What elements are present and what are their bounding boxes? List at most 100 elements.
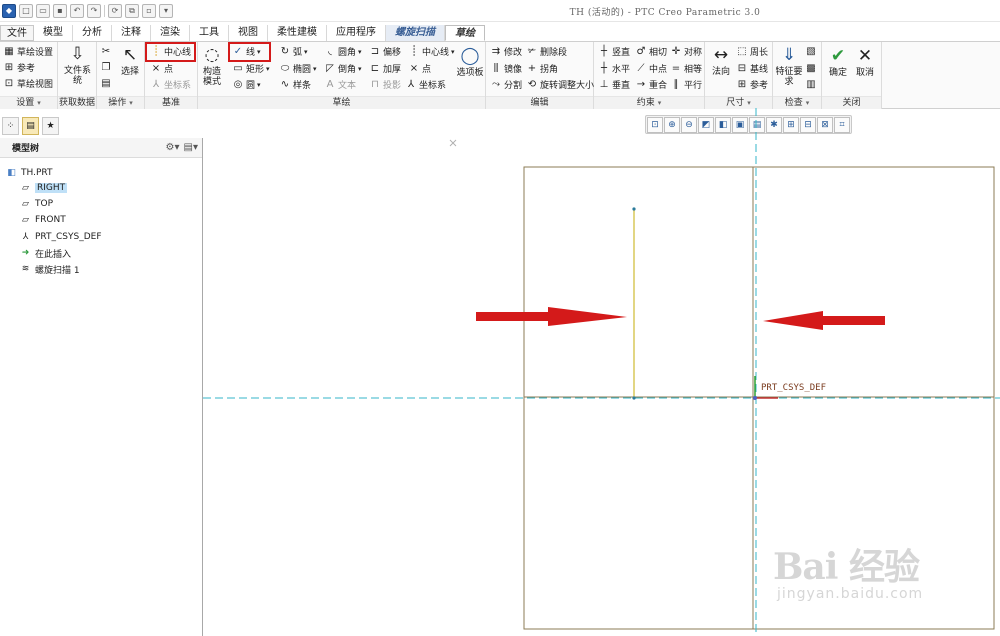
sketch-line-endpoint-top[interactable]: [632, 207, 636, 211]
modify-button[interactable]: ⇉ 修改: [490, 44, 522, 59]
tree-item-insert-here[interactable]: ➜ 在此插入: [20, 246, 71, 260]
chamfer-icon: ◸: [326, 62, 334, 74]
feature-requirements-button[interactable]: ⇓ 特征要求: [775, 44, 803, 88]
sketch-centerline-button[interactable]: ┊ 中心线 ▾: [408, 44, 455, 59]
window-title: TH (活动的) - PTC Creo Parametric 3.0: [569, 8, 761, 18]
cancel-button[interactable]: ✕ 取消: [852, 45, 878, 79]
constraint-coincident-button[interactable]: → 重合: [635, 77, 667, 92]
close-marker-icon: [449, 139, 457, 147]
tab-applications[interactable]: 应用程序: [327, 25, 386, 41]
file-system-button[interactable]: ⇩ 文件系统: [61, 43, 94, 87]
inspect-tool-3[interactable]: ▥: [805, 77, 817, 92]
ok-button[interactable]: ✔ 确定: [825, 45, 851, 79]
group-edit: ⇉ 修改 ⫼ 镜像 ⤳ 分割 ✃ 删除段 + 拐角 ⟲ 旋转调整大小 编辑: [486, 42, 594, 109]
overlap-icon: ▧: [806, 45, 816, 57]
perimeter-button[interactable]: ⬚ 周长: [736, 44, 768, 59]
normal-dimension-button[interactable]: ↔ 法向: [708, 44, 734, 78]
folder-browser-tab-icon[interactable]: ▤: [22, 117, 39, 135]
fillet-button[interactable]: ◟ 圆角 ▾: [324, 44, 361, 59]
tab-sketch[interactable]: 草绘: [445, 25, 485, 41]
project-button[interactable]: ⊓ 投影: [369, 77, 401, 92]
horizontal-constraint-icon: ┼: [600, 62, 608, 74]
constraint-midpoint-button[interactable]: ⟋ 中点: [635, 61, 668, 76]
tree-show-icon[interactable]: ▤▾: [184, 142, 198, 153]
tab-analysis[interactable]: 分析: [73, 25, 112, 41]
datum-csys-button[interactable]: ⅄ 坐标系: [150, 77, 191, 92]
constraint-horizontal-button[interactable]: ┼ 水平: [598, 61, 630, 76]
inspect-tool-1[interactable]: ▧: [805, 44, 817, 59]
watermark-url: jingyan.baidu.com: [777, 586, 924, 602]
helical-sweep-icon: ≋: [21, 264, 30, 274]
thicken-button[interactable]: ⊏ 加厚: [369, 61, 401, 76]
offset-button[interactable]: ⊐ 偏移: [369, 44, 401, 59]
thicken-icon: ⊏: [370, 62, 380, 74]
group-dropdown-icon: ▾: [747, 99, 751, 107]
rectangle-button[interactable]: ▭ 矩形 ▾: [232, 61, 269, 76]
cursor-arrow-icon: ↖: [122, 45, 138, 65]
right-pointer-arrow: [763, 311, 885, 330]
divide-button[interactable]: ⤳ 分割: [490, 77, 522, 92]
title-bar: ◆ □ ▭ ▪ ↶ ↷ ⟳ ⧉ ▫ ▾ TH (活动的) - PTC Creo …: [0, 0, 1000, 22]
favorites-tab-icon[interactable]: ★: [42, 117, 59, 135]
text-button[interactable]: A 文本: [324, 77, 356, 92]
circle-button[interactable]: ◎ 圆 ▾: [232, 77, 261, 92]
delete-segment-button[interactable]: ✃ 删除段: [526, 44, 567, 59]
constraint-equal-button[interactable]: = 相等: [670, 61, 702, 76]
tree-item-right[interactable]: ▱ RIGHT: [20, 181, 68, 195]
circle-icon: ◎: [233, 78, 243, 90]
midpoint-constraint-icon: ⟋: [637, 62, 645, 74]
tree-item-front[interactable]: ▱ FRONT: [20, 213, 66, 227]
tab-annotate[interactable]: 注释: [112, 25, 151, 41]
sketch-point-button[interactable]: × 点: [408, 61, 431, 76]
constraint-parallel-button[interactable]: ∥ 平行: [670, 77, 703, 92]
tree-settings-icon[interactable]: ⚙▾: [166, 142, 180, 153]
palette-button[interactable]: ◯ 选项板: [456, 45, 484, 79]
left-pointer-arrow: [476, 307, 627, 326]
model-tree-tab-icon[interactable]: ⁘: [2, 117, 19, 135]
tab-helical-sweep[interactable]: 螺旋扫描: [386, 25, 445, 41]
tab-render[interactable]: 渲染: [151, 25, 190, 41]
insert-arrow-icon: ➜: [21, 248, 30, 258]
constraint-tangent-button[interactable]: ♂ 相切: [635, 44, 668, 59]
tree-item-top[interactable]: ▱ TOP: [20, 197, 53, 211]
constraint-symmetric-button[interactable]: ✛ 对称: [670, 44, 702, 59]
sketch-line-endpoint-bottom[interactable]: [632, 396, 636, 400]
sketch-csys-button[interactable]: ⅄ 坐标系: [405, 77, 446, 92]
tab-model[interactable]: 模型: [34, 25, 73, 41]
baseline-button[interactable]: ⊟ 基线: [736, 61, 768, 76]
select-button[interactable]: ↖ 选择: [116, 44, 144, 78]
equal-constraint-icon: =: [671, 62, 681, 74]
rotate-resize-button[interactable]: ⟲ 旋转调整大小: [526, 77, 594, 92]
constraint-vertical-button[interactable]: ┼ 竖直: [598, 44, 630, 59]
copy-button[interactable]: ❐: [100, 60, 112, 75]
tab-file[interactable]: 文件: [0, 25, 34, 41]
text-icon: A: [326, 78, 334, 90]
reference-dimension-button[interactable]: ⊞ 参考: [736, 77, 768, 92]
inspect-tool-2[interactable]: ▩: [805, 61, 817, 76]
construction-mode-button[interactable]: ◌ 构造模式: [199, 44, 225, 88]
ellipse-icon: ⬭: [280, 62, 290, 74]
group-label-setup: 设置 ▾: [0, 96, 57, 109]
parallel-constraint-icon: ∥: [673, 78, 679, 90]
mirror-button[interactable]: ⫼ 镜像: [490, 61, 522, 76]
tree-item-csys[interactable]: ⅄ PRT_CSYS_DEF: [20, 230, 102, 244]
sketch-setup-button[interactable]: ▦ 草绘设置: [3, 44, 53, 59]
datum-point-button[interactable]: × 点: [150, 61, 173, 76]
tab-tools[interactable]: 工具: [190, 25, 229, 41]
tree-item-part[interactable]: ◧ TH.PRT: [6, 166, 52, 180]
references-button[interactable]: ⊞ 参考: [3, 60, 35, 75]
ellipse-button[interactable]: ⬭ 椭圆 ▾: [279, 61, 317, 76]
arc-button[interactable]: ↻ 弧 ▾: [279, 44, 308, 59]
corner-button[interactable]: + 拐角: [526, 61, 558, 76]
group-dropdown-icon: ▾: [129, 99, 133, 107]
constraint-perpendicular-button[interactable]: ⊥ 垂直: [598, 77, 630, 92]
tree-item-helical-sweep[interactable]: ≋ 螺旋扫描 1: [20, 262, 80, 276]
tab-flexible-modeling[interactable]: 柔性建模: [268, 25, 327, 41]
paste-button[interactable]: ▤: [100, 76, 112, 91]
sketch-view-button[interactable]: ⊡ 草绘视图: [3, 76, 53, 91]
group-dropdown-icon: ▾: [37, 99, 41, 107]
cut-button[interactable]: ✂: [100, 44, 112, 59]
spline-button[interactable]: ∿ 样条: [279, 77, 311, 92]
tab-view[interactable]: 视图: [229, 25, 268, 41]
chamfer-button[interactable]: ◸ 倒角 ▾: [324, 61, 361, 76]
